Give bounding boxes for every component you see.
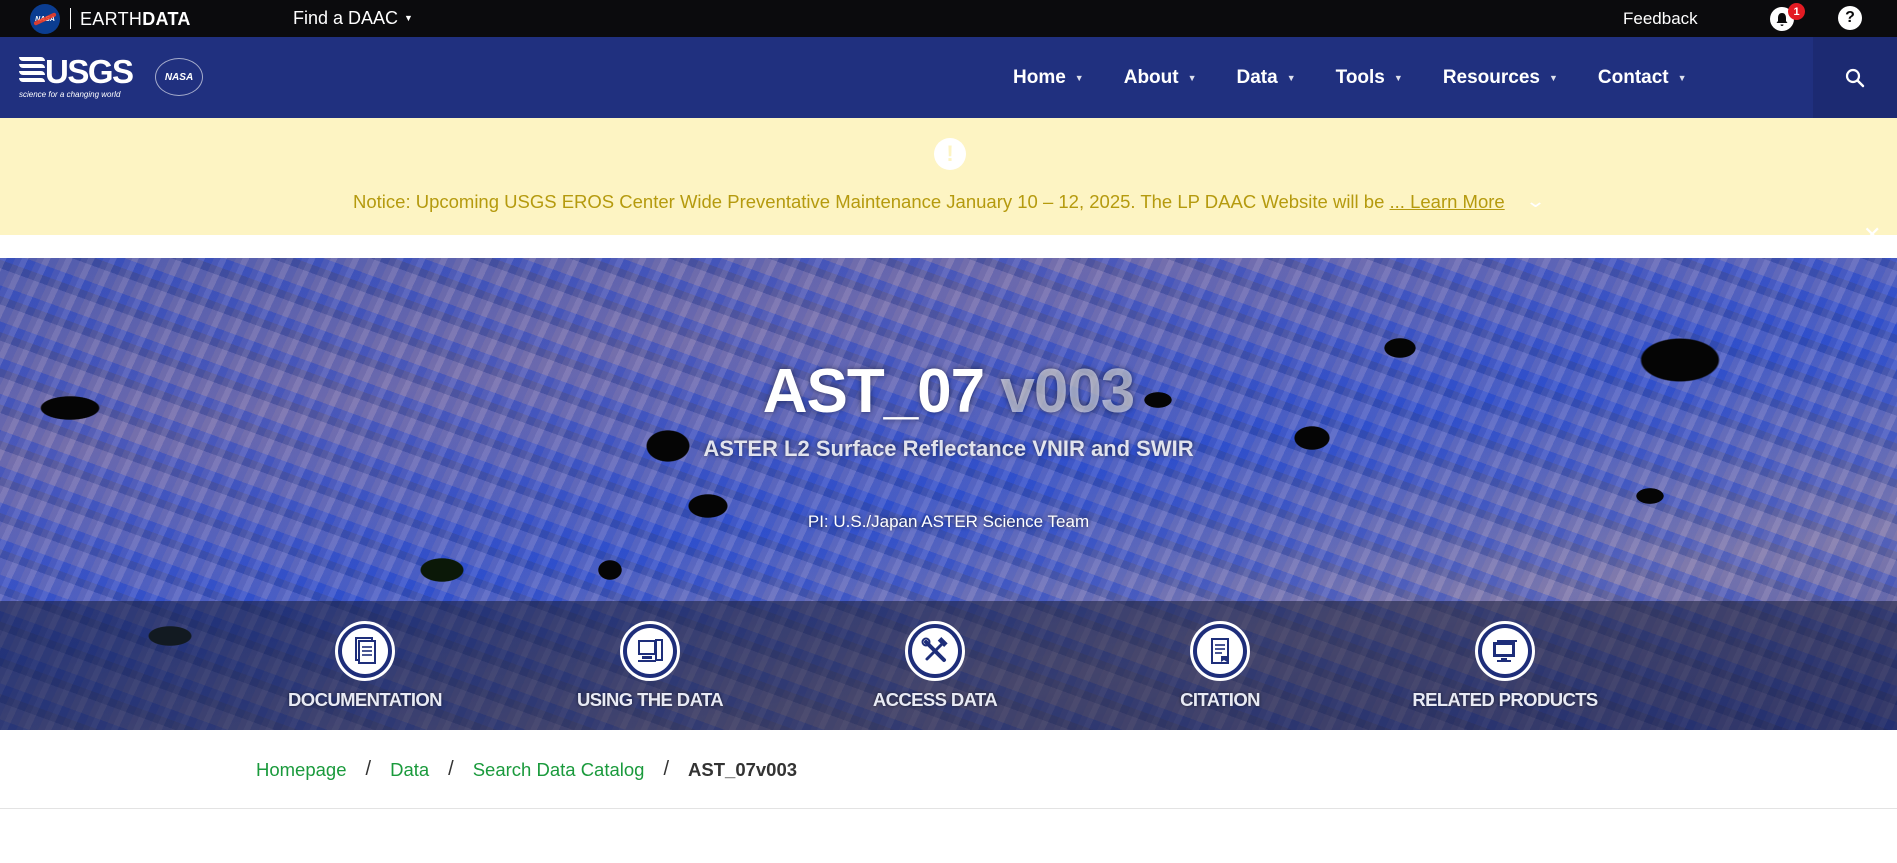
alert-icon: !: [934, 138, 966, 170]
product-pi: PI: U.S./Japan ASTER Science Team: [807, 512, 1090, 531]
help-icon[interactable]: ?: [1838, 6, 1862, 30]
usgs-wordmark: USGS: [45, 53, 134, 90]
chevron-down-icon[interactable]: ⌄: [1525, 191, 1546, 212]
nav-item-label: Home: [1013, 66, 1066, 88]
documentation-link[interactable]: DOCUMENTATION: [255, 621, 475, 711]
brand-suffix: DATA: [142, 9, 191, 29]
find-daac-dropdown[interactable]: Find a DAAC ▼: [293, 8, 413, 29]
notification-badge: 1: [1788, 3, 1805, 20]
notice-text: Notice: Upcoming USGS EROS Center Wide P…: [353, 191, 1505, 213]
nav-item-label: Data: [1236, 66, 1278, 88]
caret-down-icon: ▼: [1286, 72, 1296, 83]
caret-down-icon: ▼: [1393, 72, 1403, 83]
hero-link-label: RELATED PRODUCTS: [1412, 689, 1598, 710]
brand-prefix: EARTH: [80, 9, 143, 29]
nav-item-label: About: [1123, 66, 1179, 88]
nav-item-label: Contact: [1597, 66, 1669, 88]
using-the-data-link[interactable]: USING THE DATA: [540, 621, 760, 711]
hero-link-label: CITATION: [1180, 689, 1260, 710]
section-divider: [0, 808, 1897, 809]
citation-link[interactable]: CITATION: [1110, 621, 1330, 711]
product-version: v003: [984, 357, 1135, 426]
usgs-tagline: science for a changing world: [19, 90, 121, 99]
breadcrumb-separator: /: [448, 758, 454, 780]
product-short-name: AST_07: [762, 357, 985, 426]
notice-spacer: [0, 235, 1897, 258]
earthdata-top-bar: NASA EARTHDATA Find a DAAC ▼ Feedback 1 ?: [0, 0, 1897, 37]
usgs-logo[interactable]: USGS science for a changing world: [19, 53, 134, 99]
product-subtitle: ASTER L2 Surface Reflectance VNIR and SW…: [703, 436, 1194, 461]
citation-icon: [1190, 621, 1250, 681]
nav-item-about[interactable]: About ▼: [1124, 37, 1197, 118]
monitor-icon: [1475, 621, 1535, 681]
breadcrumb-separator: /: [663, 758, 670, 780]
hero-link-label: DOCUMENTATION: [288, 689, 442, 710]
nav-item-data[interactable]: Data ▼: [1237, 37, 1296, 118]
tools-icon: [905, 621, 965, 681]
notice-message: Notice: Upcoming USGS EROS Center Wide P…: [353, 191, 1390, 212]
caret-down-icon: ▼: [1677, 72, 1687, 83]
usgs-nav-bar: USGS science for a changing world NASA H…: [0, 37, 1897, 118]
nasa-logo-secondary-text: NASA: [164, 71, 194, 83]
caret-down-icon: ▼: [1074, 72, 1084, 83]
brand-divider: [70, 8, 71, 29]
nav-item-label: Tools: [1335, 66, 1385, 88]
feedback-link[interactable]: Feedback: [1623, 9, 1698, 29]
breadcrumb-search-data-catalog[interactable]: Search Data Catalog: [473, 759, 645, 781]
breadcrumb: Homepage / Data / Search Data Catalog / …: [256, 758, 797, 781]
document-icon: [335, 621, 395, 681]
find-daac-label: Find a DAAC: [293, 8, 399, 28]
caret-down-icon: ▼: [1548, 72, 1558, 83]
nav-item-resources[interactable]: Resources ▼: [1443, 37, 1558, 118]
breadcrumb-homepage[interactable]: Homepage: [256, 759, 347, 781]
caret-down-icon: ▼: [1187, 72, 1197, 83]
maintenance-notice: ! Notice: Upcoming USGS EROS Center Wide…: [0, 118, 1897, 247]
nasa-logo[interactable]: NASA: [30, 4, 60, 34]
page-title: AST_07 v003: [0, 356, 1897, 427]
computer-icon: [620, 621, 680, 681]
product-hero: AST_07 v003 ASTER L2 Surface Reflectance…: [0, 258, 1897, 730]
caret-down-icon: ▼: [404, 13, 413, 23]
nasa-logo-text: NASA: [35, 15, 55, 23]
access-data-link[interactable]: ACCESS DATA: [825, 621, 1045, 711]
learn-more-link[interactable]: ... Learn More: [1390, 191, 1505, 212]
hero-link-label: ACCESS DATA: [872, 689, 998, 710]
main-nav-menu: Home ▼ About ▼ Data ▼ Tools ▼ Resources ▼ Con…: [1000, 37, 1687, 118]
nav-item-home[interactable]: Home ▼: [1013, 37, 1084, 118]
search-button[interactable]: [1813, 37, 1897, 118]
related-products-link[interactable]: RELATED PRODUCTS: [1395, 621, 1615, 711]
search-icon: [1845, 68, 1865, 87]
nav-item-tools[interactable]: Tools ▼: [1336, 37, 1403, 118]
breadcrumb-data[interactable]: Data: [390, 759, 429, 781]
nasa-logo-secondary[interactable]: NASA: [155, 58, 203, 96]
earthdata-brand[interactable]: EARTHDATA: [80, 9, 191, 30]
nav-item-contact[interactable]: Contact ▼: [1598, 37, 1687, 118]
breadcrumb-separator: /: [365, 758, 372, 780]
usgs-waves-icon: [19, 57, 45, 87]
hero-link-label: USING THE DATA: [576, 689, 724, 710]
nav-item-label: Resources: [1442, 66, 1540, 88]
breadcrumb-current: AST_07v003: [688, 758, 798, 780]
